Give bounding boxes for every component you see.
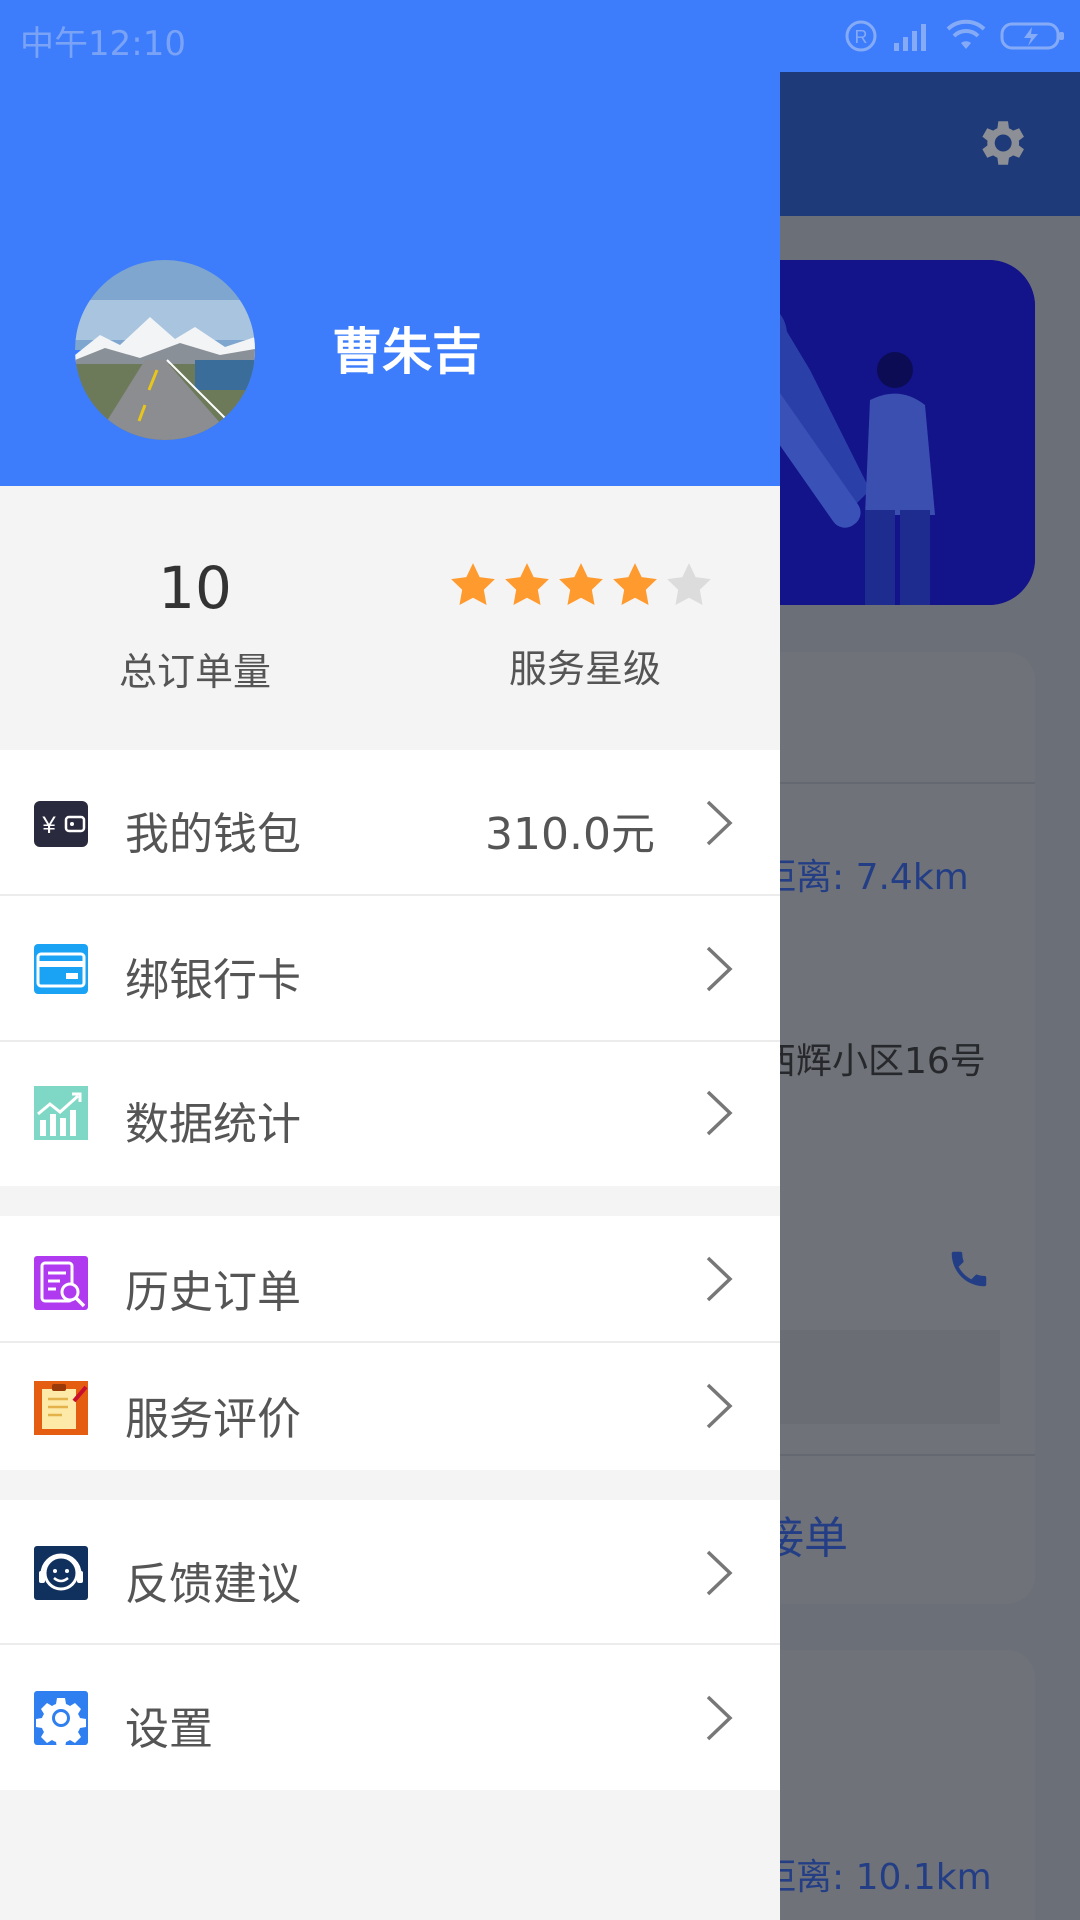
chevron-right-icon (706, 1256, 733, 1302)
stats-panel: 10 总订单量 服务星级 (0, 486, 780, 750)
menu-item-label: 服务评价 (125, 1394, 301, 1445)
wallet-balance: 310.0元 (485, 809, 655, 860)
order-search-icon (34, 1256, 88, 1310)
total-orders-value: 10 (158, 554, 232, 622)
clipboard-review-icon (34, 1381, 88, 1435)
rating-label: 服务星级 (508, 647, 661, 691)
wifi-icon (946, 19, 986, 49)
svg-text:¥: ¥ (41, 812, 56, 839)
gear-icon[interactable] (972, 114, 1030, 172)
menu-item-settings[interactable]: 设置 (0, 1645, 780, 1790)
statistics-chart-icon (34, 1086, 88, 1140)
settings-gear-icon (34, 1691, 88, 1747)
total-orders-label: 总订单量 (118, 650, 271, 694)
status-time: 中午12:10 (20, 24, 186, 64)
registered-icon: R (845, 20, 877, 52)
navigation-drawer: 曹朱吉 10 总订单量 服务星级 ¥ 我的钱包 310.0元 绑银行卡 数据统计 (0, 0, 780, 1920)
star-filled-icon (505, 563, 549, 605)
background-distance-1: 距离: 7.4km (760, 857, 969, 898)
avatar[interactable] (75, 260, 255, 440)
svg-text:R: R (855, 27, 868, 47)
rating-stars (448, 560, 714, 610)
menu-item-history-orders[interactable]: 历史订单 (0, 1216, 780, 1343)
battery-charging-icon (1000, 22, 1064, 50)
star-filled-icon (559, 563, 603, 605)
menu-item-bank-card[interactable]: 绑银行卡 (0, 896, 780, 1042)
menu-item-label: 反馈建议 (125, 1559, 301, 1610)
chevron-right-icon (706, 1695, 733, 1741)
background-info-box (770, 1330, 1000, 1424)
menu-item-label: 绑银行卡 (125, 955, 301, 1006)
chevron-right-icon (706, 800, 733, 846)
menu-group-account: ¥ 我的钱包 310.0元 绑银行卡 数据统计 (0, 750, 780, 1186)
star-empty-icon (667, 563, 711, 605)
star-filled-icon (613, 563, 657, 605)
wallet-icon: ¥ (34, 801, 88, 847)
background-distance-2: 距离: 10.1km (760, 1857, 992, 1898)
chevron-right-icon (706, 946, 733, 992)
background-divider (770, 1454, 1035, 1456)
signal-icon (894, 24, 926, 51)
menu-group-support: 反馈建议 设置 (0, 1500, 780, 1790)
chevron-right-icon (706, 1383, 733, 1429)
bank-card-icon (34, 944, 88, 994)
menu-group-orders: 历史订单 服务评价 (0, 1216, 780, 1470)
status-bar: 中午12:10 R (0, 0, 1080, 72)
menu-item-feedback[interactable]: 反馈建议 (0, 1500, 780, 1645)
star-filled-icon (451, 563, 495, 605)
menu-item-wallet[interactable]: ¥ 我的钱包 310.0元 (0, 750, 780, 896)
menu-item-label: 设置 (125, 1704, 213, 1755)
chevron-right-icon (706, 1550, 733, 1596)
menu-item-service-reviews[interactable]: 服务评价 (0, 1343, 780, 1470)
menu-item-label: 历史订单 (125, 1267, 301, 1318)
chevron-right-icon (706, 1090, 733, 1136)
menu-item-label: 我的钱包 (125, 809, 301, 860)
phone-icon[interactable] (946, 1246, 992, 1292)
menu-item-statistics[interactable]: 数据统计 (0, 1042, 780, 1186)
customer-service-headset-icon (34, 1546, 88, 1600)
drawer-header: 曹朱吉 (0, 0, 780, 486)
menu-item-label: 数据统计 (125, 1099, 301, 1150)
user-name: 曹朱吉 (332, 323, 482, 381)
background-divider (770, 782, 1035, 784)
background-address: 西辉小区16号 (760, 1041, 986, 1082)
